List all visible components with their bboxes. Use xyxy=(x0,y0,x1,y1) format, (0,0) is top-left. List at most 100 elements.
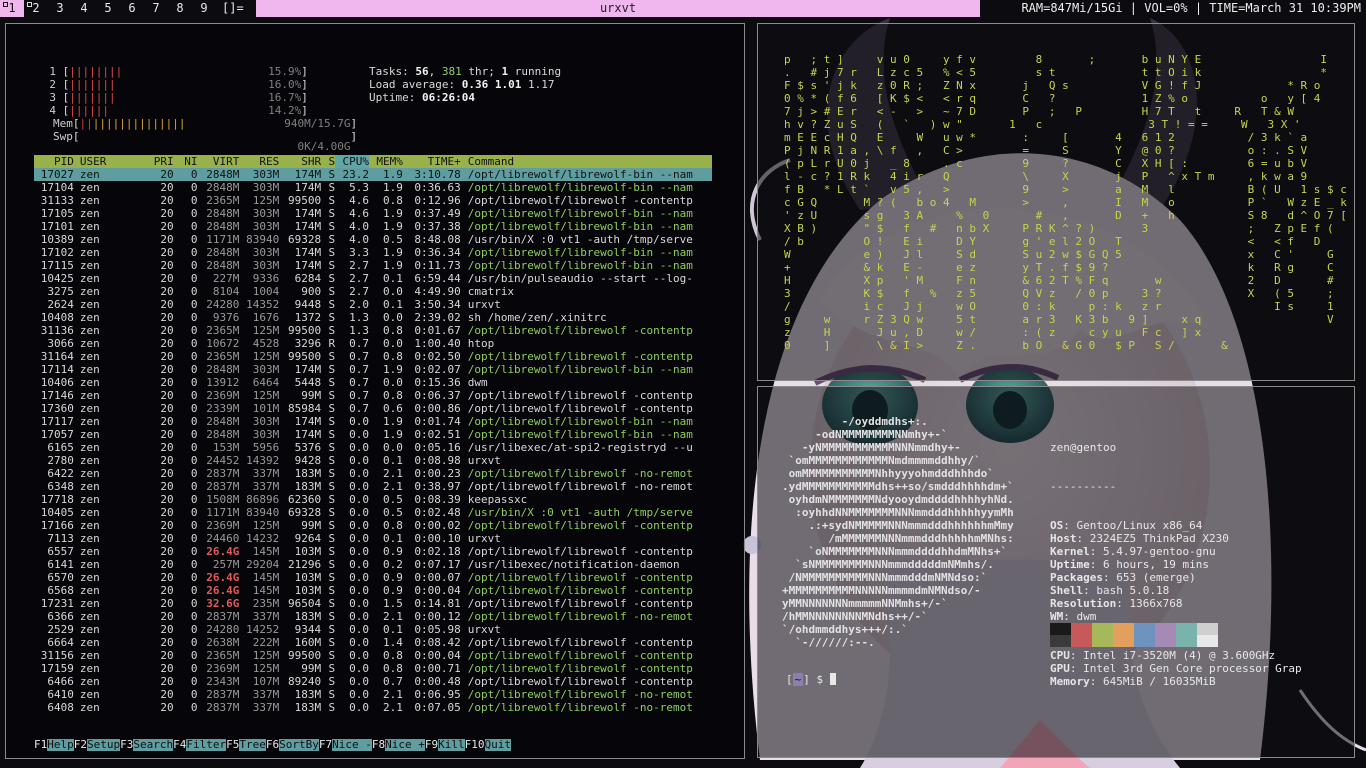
process-row[interactable]: 17057 zen 20 0 2848M 303M 174M S 0.0 1.9 0:02.51/o… xyxy=(34,428,712,441)
process-row[interactable]: 10389 zen 20 0 1171M 83940 69328 S 4.0 0.5 8:48.08… xyxy=(34,233,712,246)
process-row[interactable]: 17104 zen 20 0 2848M 303M 174M S 5.3 1.9 0:36.63/o… xyxy=(34,181,712,194)
fkey-setup-button[interactable]: F2 Setup xyxy=(74,739,121,751)
process-row[interactable]: 17102 zen 20 0 2848M 303M 174M S 3.3 1.9 0:36.34/o… xyxy=(34,246,712,259)
col-command[interactable]: Command xyxy=(461,155,712,168)
shell-prompt[interactable]: [~] $ xyxy=(786,673,836,687)
col-ni[interactable]: NI xyxy=(174,155,197,168)
process-row[interactable]: 6410 zen 20 0 2837M 337M 183M S 0.0 2.1 0:06.95/op… xyxy=(34,688,712,701)
process-row[interactable]: 17166 zen 20 0 2369M 125M 99M S 0.0 0.8 0:00.02/op… xyxy=(34,519,712,532)
tag-9[interactable]: 9 xyxy=(192,0,216,17)
fkey-quit-button[interactable]: F10 Quit xyxy=(465,739,511,751)
tag-5[interactable]: 5 xyxy=(96,0,120,17)
process-header[interactable]: PID USER PRI NI VIRT RES SHR S CPU% MEM%… xyxy=(34,155,712,168)
process-row[interactable]: 6466 zen 20 0 2343M 107M 89240 S 0.0 0.7 0:00.48/o… xyxy=(34,675,712,688)
col-cpu[interactable]: CPU% xyxy=(335,155,369,168)
info-colon: : xyxy=(1089,675,1103,688)
layout-indicator[interactable]: []= xyxy=(222,0,244,17)
process-row[interactable]: 10406 zen 20 0 13912 6464 5448 S 0.7 0.0 0:15.36 dw… xyxy=(34,376,712,389)
process-row[interactable]: 2529 zen 20 0 24280 14252 9344 S 0.0 0.1 0:05.98 ur… xyxy=(34,623,712,636)
cell-user: zen xyxy=(79,519,100,532)
neofetch-terminal[interactable]: -/oyddmdhs+:. -odNMMMMMMMMNNmhy+-` -yNMM… xyxy=(757,386,1355,758)
process-row[interactable]: 6141 zen 20 0 257M 29204 21296 S 0.0 0.2 0:07.17/u… xyxy=(34,558,712,571)
process-row[interactable]: 2624 zen 20 0 24280 14352 9448 S 2.0 0.1 3:50.34 ur… xyxy=(34,298,712,311)
tag-3[interactable]: 3 xyxy=(48,0,72,17)
process-row[interactable]: 17159 zen 20 0 2369M 125M 99M S 0.0 0.8 0:00.71/op… xyxy=(34,662,712,675)
tag-4[interactable]: 4 xyxy=(72,0,96,17)
tag-6[interactable]: 6 xyxy=(120,0,144,17)
fkey-nice-button[interactable]: F7 Nice - xyxy=(319,739,372,751)
process-row[interactable]: 17105 zen 20 0 2848M 303M 174M S 4.6 1.9 0:37.49/o… xyxy=(34,207,712,220)
process-row[interactable]: 17146 zen 20 0 2369M 125M 99M S 0.7 0.8 0:06.37/op… xyxy=(34,389,712,402)
cell-priority: 20 xyxy=(160,545,174,558)
system-info: zen@gentoo ---------- OS: Gentoo/Linux x… xyxy=(1050,415,1302,688)
cell-state: S xyxy=(328,363,336,376)
info-line: WM: dwm xyxy=(1050,610,1302,623)
col-virt[interactable]: VIRT xyxy=(198,155,240,168)
col-res[interactable]: RES xyxy=(239,155,279,168)
process-row[interactable]: 17231 zen 20 0 32.6G 235M 96504 S 0.0 1.5 0:14.81 /… xyxy=(34,597,712,610)
cell-state: S xyxy=(328,545,336,558)
process-row[interactable]: 17360 zen 20 0 2339M 101M 85984 S 0.7 0.6 0:00.86 /… xyxy=(34,402,712,415)
process-row[interactable]: 6165 zen 20 0 153M 5956 5376 S 0.0 0.0 0:05.16/usr… xyxy=(34,441,712,454)
fkey-filter-button[interactable]: F4 Filter xyxy=(173,739,227,751)
cell-priority: 20 xyxy=(160,480,174,493)
fkey-nice-button[interactable]: F8 Nice + xyxy=(372,739,425,751)
htop-terminal[interactable]: 1 [|||||||| 15.9%] 2 [||||||| 16.0%] 3 [||||… xyxy=(5,23,745,759)
cpu-bar: |||||| 14.2% xyxy=(69,104,301,117)
cell-priority: 20 xyxy=(160,376,174,389)
tag-7[interactable]: 7 xyxy=(144,0,168,17)
process-row[interactable]: 2780 zen 20 0 24452 14392 9428 S 0.0 0.1 0:08.98 ur… xyxy=(34,454,712,467)
process-row[interactable]: 17101 zen 20 0 2848M 303M 174M S 4.0 1.9 0:37.38/o… xyxy=(34,220,712,233)
process-list[interactable]: 17027 zen 20 0 2848M 303M 174M S 23.2 1.9 3:10.78 /… xyxy=(34,168,712,714)
process-row[interactable]: 6366 zen 20 0 2837M 337M 183M S 0.0 2.1 0:00.12/op… xyxy=(34,610,712,623)
process-row[interactable]: 6348 zen 20 0 2837M 337M 183M S 0.0 2.1 0:38.97/op… xyxy=(34,480,712,493)
fkey-help-button[interactable]: F1 Help xyxy=(34,739,74,751)
process-row[interactable]: 10425 zen 20 0 227M 9336 6284 S 2.7 0.1 6:59.44/us… xyxy=(34,272,712,285)
process-row[interactable]: 7113 zen 20 0 24460 14232 9264 S 0.0 0.1 0:00.10 ur… xyxy=(34,532,712,545)
process-row[interactable]: 6557 zen 20 0 26.4G 145M 103M S 0.0 0.9 0:02.18/op… xyxy=(34,545,712,558)
fkey-search-button[interactable]: F3 Search xyxy=(120,739,174,751)
cmatrix-terminal[interactable]: p ; t ] v u 0 y f v 8 ; b u N Y E I. # j… xyxy=(757,23,1355,381)
gentoo-logo: -/oyddmdhs+:. -odNMMMMMMMMNNmhy+-` -yNMM… xyxy=(782,415,1014,649)
tag-1[interactable]: 1 xyxy=(0,0,24,17)
cell-priority: 20 xyxy=(160,350,174,363)
col-shr[interactable]: SHR xyxy=(279,155,321,168)
process-row[interactable]: 10405 zen 20 0 1171M 83940 69328 S 0.0 0.5 0:02.48… xyxy=(34,506,712,519)
fkey-kill-button[interactable]: F9 Kill xyxy=(425,739,465,751)
process-row[interactable]: 6408 zen 20 0 2837M 337M 183M S 0.0 2.1 0:07.05/op… xyxy=(34,701,712,714)
process-row[interactable]: 31136 zen 20 0 2365M 125M 99500 S 1.3 0.8 0:01.67 /… xyxy=(34,324,712,337)
process-row[interactable]: 3066 zen 20 0 10672 4528 3296 R 0.7 0.0 1:00.40 hto… xyxy=(34,337,712,350)
col-pri[interactable]: PRI xyxy=(132,155,174,168)
info-line: GPU: Intel 3rd Gen Core processor Grap xyxy=(1050,662,1302,675)
tag-2[interactable]: 2 xyxy=(24,0,48,17)
col-pid[interactable]: PID xyxy=(34,155,74,168)
col-user[interactable]: USER xyxy=(74,155,132,168)
process-row[interactable]: 31133 zen 20 0 2365M 125M 99500 S 4.6 0.8 0:12.96 /… xyxy=(34,194,712,207)
process-row[interactable]: 31164 zen 20 0 2365M 125M 99500 S 0.7 0.8 0:02.50 /… xyxy=(34,350,712,363)
process-row[interactable]: 17114 zen 20 0 2848M 303M 174M S 0.7 1.9 0:02.07/o… xyxy=(34,363,712,376)
process-row[interactable]: 17718 zen 20 0 1508M 86896 62360 S 0.0 0.5 0:08.39… xyxy=(34,493,712,506)
cell-mem: 1.9 xyxy=(383,220,403,233)
process-row[interactable]: 6568 zen 20 0 26.4G 145M 103M S 0.0 0.9 0:00.04/op… xyxy=(34,584,712,597)
col-state[interactable]: S xyxy=(321,155,335,168)
process-row[interactable]: 17027 zen 20 0 2848M 303M 174M S 23.2 1.9 3:10.78 /… xyxy=(34,168,712,181)
process-row[interactable]: 6570 zen 20 0 26.4G 145M 103M S 0.0 0.9 0:00.07/op… xyxy=(34,571,712,584)
process-row[interactable]: 3275 zen 20 0 8104 1004 900 S 2.7 0.0 4:49.90 cmatr… xyxy=(34,285,712,298)
fkey-tree-button[interactable]: F5 Tree xyxy=(226,739,266,751)
col-mem[interactable]: MEM% xyxy=(369,155,403,168)
fkey-sortby-button[interactable]: F6 SortBy xyxy=(266,739,319,751)
process-row[interactable]: 17115 zen 20 0 2848M 303M 174M S 2.7 1.9 0:11.73/o… xyxy=(34,259,712,272)
process-row[interactable]: 6422 zen 20 0 2837M 337M 183M S 0.0 2.1 0:00.23/op… xyxy=(34,467,712,480)
color-swatch xyxy=(1071,635,1092,647)
matrix-line: F $ s ' j k z 0 R ; Z N x j Q s V G ! f … xyxy=(784,79,1321,92)
cell-shr: 183M xyxy=(294,480,322,493)
cell-user: zen xyxy=(79,207,100,220)
process-row[interactable]: 17117 zen 20 0 2848M 303M 174M S 0.0 1.9 0:01.74/o… xyxy=(34,415,712,428)
process-row[interactable]: 6664 zen 20 0 2638M 222M 160M S 0.0 1.4 0:08.42/op… xyxy=(34,636,712,649)
process-row[interactable]: 10408 zen 20 0 9376 1676 1372 S 1.3 0.0 2:39.02 sh … xyxy=(34,311,712,324)
tag-8[interactable]: 8 xyxy=(168,0,192,17)
meter-bracket-left: [ xyxy=(56,104,70,117)
process-row[interactable]: 31156 zen 20 0 2365M 125M 99500 S 0.0 0.8 0:00.04 /… xyxy=(34,649,712,662)
cell-nice: 0 xyxy=(190,519,198,532)
col-time[interactable]: TIME+ xyxy=(403,155,461,168)
